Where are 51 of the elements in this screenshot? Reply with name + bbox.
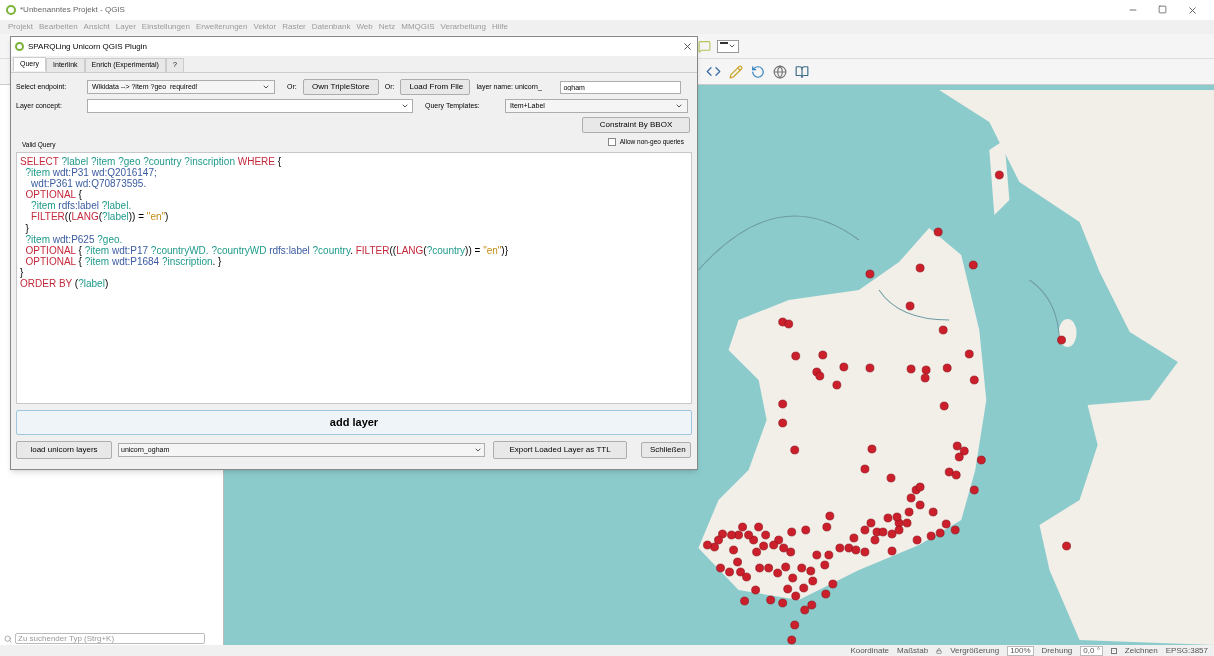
allow-nongeo-checkbox[interactable] — [607, 138, 616, 146]
render-label: Zeichnen — [1124, 646, 1158, 655]
dialog-title: SPARQLing Unicorn QGIS Plugin — [28, 40, 147, 53]
crs-label[interactable]: EPSG:3857 — [1165, 646, 1208, 655]
locator-field[interactable]: Zu suchender Typ (Strg+K) — [15, 633, 205, 644]
help-book-icon[interactable] — [795, 64, 809, 79]
pencil-icon[interactable] — [729, 64, 743, 79]
caret-icon — [474, 446, 482, 454]
close-icon[interactable] — [682, 41, 693, 52]
code-line: OPTIONAL { — [24, 189, 82, 201]
qgis-logo-icon — [6, 5, 16, 15]
refresh-icon[interactable] — [751, 64, 765, 79]
code-line: ?item wdt:P625 ?geo. — [24, 233, 123, 245]
scale-label: Maßstab — [897, 646, 929, 655]
load-from-file-button[interactable]: Load From File — [400, 79, 471, 95]
code-line: } — [24, 222, 29, 234]
add-layer-button[interactable]: add layer — [16, 410, 692, 435]
text-annotation-button[interactable] — [717, 39, 739, 53]
code-line: } — [20, 266, 24, 279]
own-triplestore-button[interactable]: Own TripleStore — [302, 79, 379, 95]
maximize-icon[interactable] — [1158, 4, 1167, 14]
rotation-label: Drehung — [1041, 646, 1073, 655]
magnifier-field[interactable]: 100% — [1007, 645, 1034, 656]
query-editor[interactable] — [16, 152, 692, 404]
coordinate-label: Koordinate — [850, 646, 890, 655]
rotation-field[interactable]: 0,0 ° — [1080, 645, 1103, 656]
caret-icon — [728, 42, 736, 50]
caret-icon — [675, 102, 683, 110]
constraint-button[interactable]: Constraint By BBOX — [582, 117, 690, 133]
window-title: *Unbenanntes Projekt - QGIS — [20, 4, 125, 16]
lock-icon[interactable] — [936, 647, 943, 654]
caret-icon — [262, 83, 270, 91]
render-checkbox[interactable] — [1110, 647, 1117, 654]
export-ttl-button[interactable]: Export Loaded Layer as TTL — [493, 441, 627, 459]
magnifier-label: Vergrößerung — [950, 646, 1000, 655]
code-line: OPTIONAL { ?item wdt:P1684 ?inscription. } — [24, 255, 222, 267]
code-line: SELECT ?label ?item ?geo ?country ?inscription WHERE { — [20, 156, 282, 168]
search-icon — [4, 634, 12, 643]
code-line: ?item wdt:P31 wd:Q2016147; — [24, 167, 157, 179]
code-line: ?item rdfs:label ?label. — [30, 200, 132, 212]
close-icon[interactable] — [1187, 4, 1198, 16]
load-layers-button[interactable]: load unicorn layers — [16, 441, 112, 459]
close-button[interactable]: Schließen — [641, 442, 691, 458]
globe-icon[interactable] — [773, 64, 787, 79]
qgis-logo-icon — [15, 42, 24, 51]
code-line: OPTIONAL { ?item wdt:P17 ?countryWD. ?countryWD rdfs:label ?country. FILTER((LANG(?country)) = "en")} — [24, 244, 509, 256]
code-line: FILTER((LANG(?label)) = "en") — [30, 211, 169, 223]
code-line: ORDER BY (?label) — [20, 278, 109, 290]
caret-icon — [401, 102, 409, 110]
layer-concept-dropdown[interactable] — [87, 99, 413, 113]
code-line: wdt:P361 wd:Q70873595. — [31, 178, 147, 190]
